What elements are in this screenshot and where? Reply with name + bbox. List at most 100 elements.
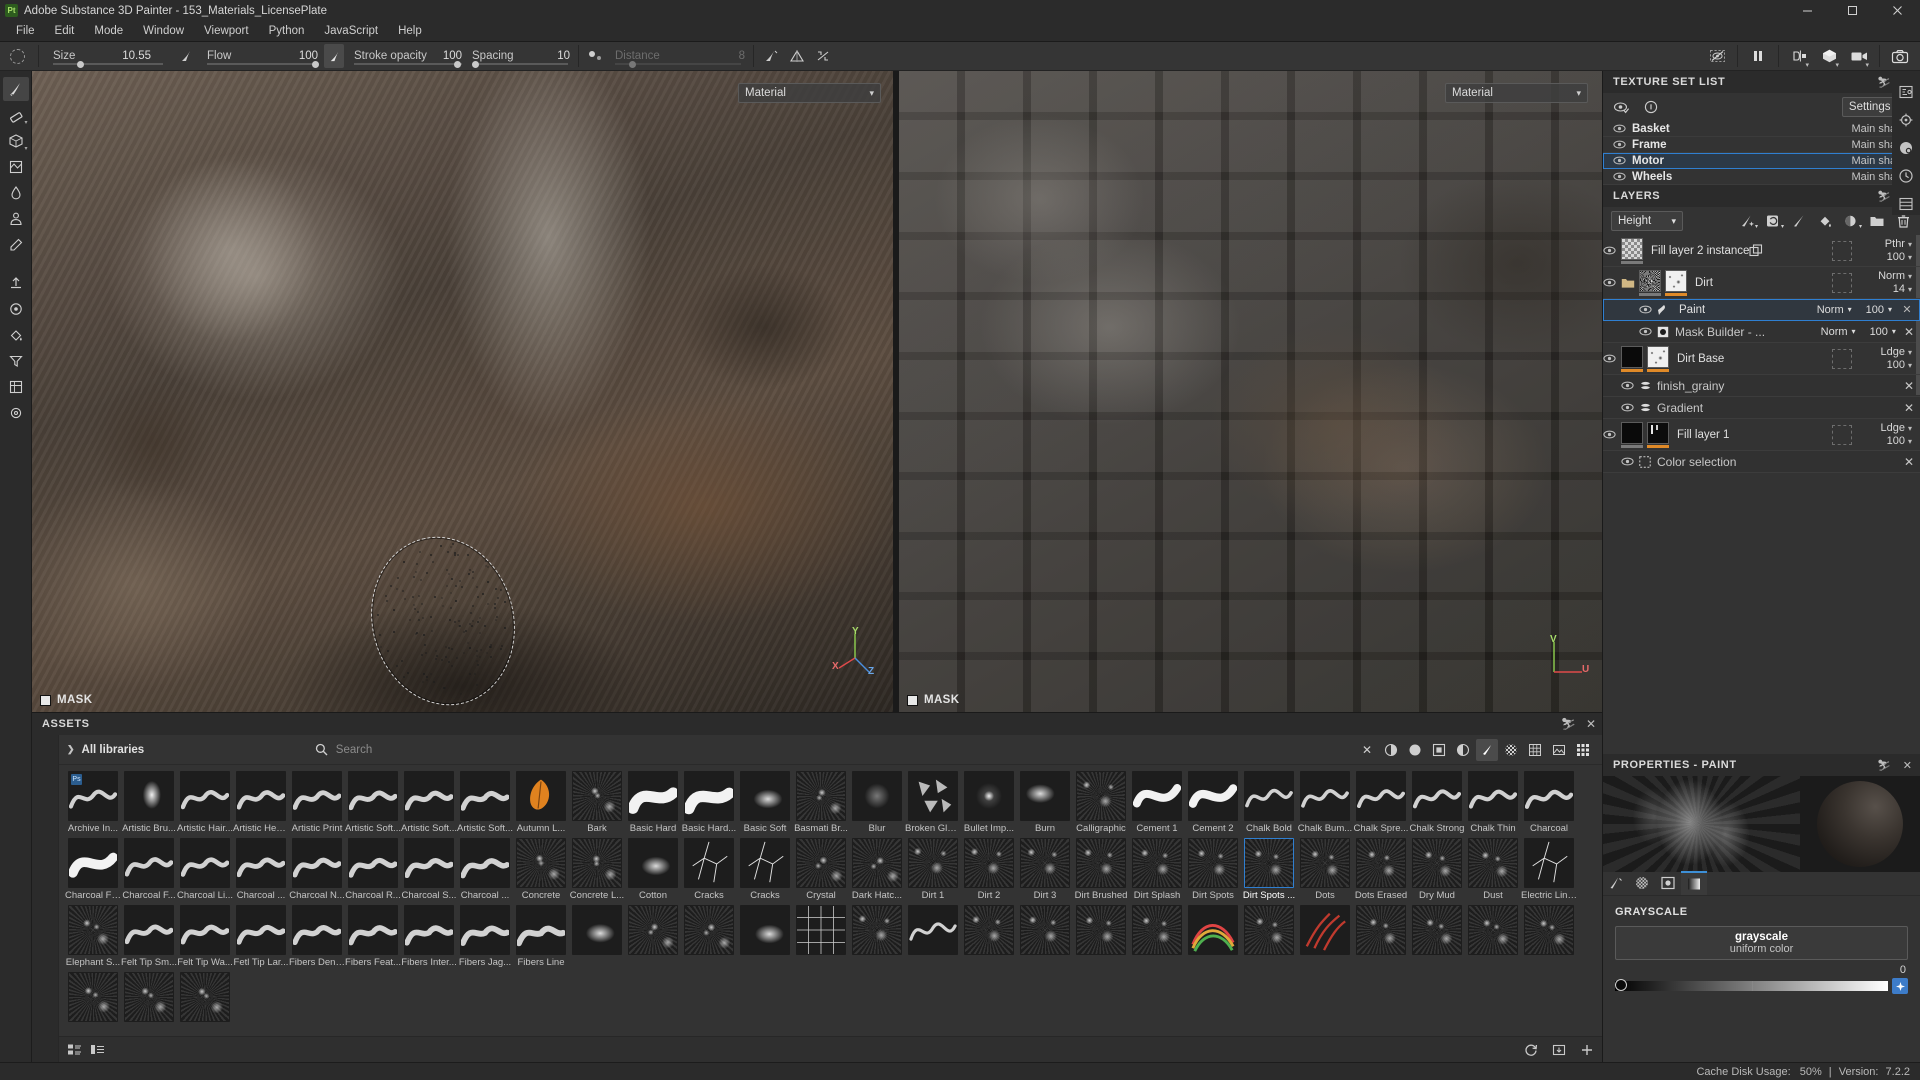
asset-item[interactable] bbox=[961, 905, 1017, 968]
asset-item[interactable]: Basic Soft bbox=[737, 771, 793, 834]
asset-thumbnail[interactable] bbox=[292, 905, 342, 955]
history-icon[interactable] bbox=[1895, 165, 1917, 187]
asset-item[interactable]: Dirt Brushed bbox=[1073, 838, 1129, 901]
filter-tool[interactable] bbox=[3, 349, 29, 373]
param-flow[interactable]: Flow 100 bbox=[199, 42, 324, 71]
layer-thumbnail[interactable] bbox=[1621, 345, 1643, 372]
asset-thumbnail[interactable] bbox=[1356, 905, 1406, 955]
maximize-icon[interactable]: ⛷ bbox=[1561, 717, 1576, 731]
asset-thumbnail[interactable] bbox=[124, 905, 174, 955]
asset-item[interactable] bbox=[905, 905, 961, 968]
asset-thumbnail[interactable] bbox=[348, 838, 398, 888]
materials-filter-icon[interactable] bbox=[1380, 739, 1402, 761]
assets-grid[interactable]: Ps Archive In... Artistic Bru... Artistic H… bbox=[59, 765, 1602, 1036]
asset-thumbnail[interactable] bbox=[404, 771, 454, 821]
asset-item[interactable]: Dust bbox=[1465, 838, 1521, 901]
asset-item[interactable]: Cotton bbox=[625, 838, 681, 901]
asset-thumbnail[interactable] bbox=[348, 771, 398, 821]
asset-item[interactable] bbox=[177, 972, 233, 1024]
asset-item[interactable]: Cement 2 bbox=[1185, 771, 1241, 834]
detail-view-icon[interactable] bbox=[90, 1043, 105, 1056]
size-pressure-icon[interactable] bbox=[173, 44, 199, 68]
layer-row[interactable]: Dirt Base Ldge ▾ 100 ▾ bbox=[1603, 343, 1920, 375]
asset-item[interactable]: Cracks bbox=[681, 838, 737, 901]
asset-item[interactable]: Fibers Dense bbox=[289, 905, 345, 968]
grayscale-slider-knob[interactable] bbox=[1615, 979, 1627, 991]
menu-edit[interactable]: Edit bbox=[45, 21, 85, 41]
stencil-icon[interactable] bbox=[758, 44, 784, 68]
remove-effect-icon[interactable]: ✕ bbox=[1904, 401, 1914, 415]
texture-set-row[interactable]: Frame Main shader bbox=[1603, 137, 1920, 153]
3d-view-icon[interactable]: ▾ bbox=[1815, 43, 1843, 69]
visibility-eye-icon[interactable] bbox=[1603, 354, 1621, 363]
layer-effect-row[interactable]: Mask Builder - ... Norm ▾ 100 ▾ ✕ bbox=[1603, 321, 1920, 343]
asset-thumbnail[interactable] bbox=[1356, 771, 1406, 821]
asset-thumbnail[interactable] bbox=[1188, 771, 1238, 821]
visibility-eye-icon[interactable] bbox=[1603, 246, 1621, 255]
material-picker-tool[interactable] bbox=[3, 233, 29, 257]
layer-thumbnail[interactable] bbox=[1647, 345, 1669, 372]
asset-thumbnail[interactable] bbox=[1188, 905, 1238, 955]
asset-thumbnail[interactable] bbox=[1524, 905, 1574, 955]
settings-tool[interactable] bbox=[3, 401, 29, 425]
asset-thumbnail[interactable] bbox=[572, 771, 622, 821]
maximize-icon[interactable]: ⛷ bbox=[1877, 190, 1891, 203]
asset-thumbnail[interactable] bbox=[1132, 771, 1182, 821]
asset-item[interactable]: Burn bbox=[1017, 771, 1073, 834]
asset-thumbnail[interactable] bbox=[1244, 838, 1294, 888]
asset-item[interactable]: Charcoal S... bbox=[401, 838, 457, 901]
tiling-icon[interactable] bbox=[810, 44, 836, 68]
asset-item[interactable]: Concrete bbox=[513, 838, 569, 901]
asset-item[interactable]: Charcoal ... bbox=[457, 838, 513, 901]
texture-set-rows[interactable]: Basket Main shader Frame Main shader Motor Ma… bbox=[1603, 121, 1920, 185]
material-tab-icon[interactable] bbox=[1681, 871, 1707, 895]
asset-item[interactable]: Felt Tip Sm... bbox=[121, 905, 177, 968]
param-flow-slider[interactable] bbox=[207, 62, 319, 65]
add-fill-icon[interactable]: ▾ bbox=[1764, 211, 1784, 231]
menu-viewport[interactable]: Viewport bbox=[194, 21, 259, 41]
asset-item[interactable]: Artistic Print bbox=[289, 771, 345, 834]
visibility-eye-icon[interactable] bbox=[1639, 327, 1657, 336]
asset-thumbnail[interactable] bbox=[964, 838, 1014, 888]
asset-item[interactable] bbox=[1465, 905, 1521, 968]
channel-dropdown[interactable]: Height ▾ bbox=[1611, 211, 1683, 231]
texture-set-row[interactable]: Wheels Main shader bbox=[1603, 169, 1920, 185]
asset-thumbnail[interactable] bbox=[1132, 838, 1182, 888]
param-stroke-opacity-slider[interactable] bbox=[354, 62, 462, 65]
visibility-eye-icon[interactable] bbox=[1621, 381, 1639, 390]
asset-thumbnail[interactable] bbox=[404, 838, 454, 888]
asset-thumbnail[interactable] bbox=[236, 905, 286, 955]
asset-item[interactable]: Fetl Tip Lar... bbox=[233, 905, 289, 968]
asset-item[interactable]: Fibers Inter... bbox=[401, 905, 457, 968]
layer-blend-mode[interactable]: Ldge ▾ bbox=[1881, 422, 1913, 434]
asset-item[interactable]: Concrete L... bbox=[569, 838, 625, 901]
asset-thumbnail[interactable] bbox=[964, 905, 1014, 955]
layer-opacity[interactable]: 100 ▾ bbox=[1887, 359, 1912, 371]
asset-item[interactable]: Autumn L... bbox=[513, 771, 569, 834]
remove-effect-icon[interactable]: ✕ bbox=[1904, 379, 1914, 393]
asset-item[interactable]: Blur bbox=[849, 771, 905, 834]
asset-thumbnail[interactable] bbox=[404, 905, 454, 955]
asset-thumbnail[interactable] bbox=[852, 838, 902, 888]
asset-item[interactable]: Dirt Spots ... bbox=[1241, 838, 1297, 901]
add-mask-slot[interactable] bbox=[1832, 240, 1852, 261]
asset-thumbnail[interactable] bbox=[684, 838, 734, 888]
asset-item[interactable]: Electric Lines bbox=[1521, 838, 1577, 901]
refresh-icon[interactable] bbox=[1524, 1043, 1538, 1057]
asset-thumbnail[interactable] bbox=[292, 771, 342, 821]
asset-thumbnail[interactable] bbox=[1076, 771, 1126, 821]
asset-item[interactable] bbox=[737, 905, 793, 968]
import-icon[interactable] bbox=[1552, 1043, 1566, 1057]
smart-masks-filter-icon[interactable] bbox=[1452, 739, 1474, 761]
grayscale-mode-box[interactable]: grayscale uniform color bbox=[1615, 926, 1908, 960]
asset-item[interactable]: Charcoal R... bbox=[345, 838, 401, 901]
asset-item[interactable]: Dirt 2 bbox=[961, 838, 1017, 901]
symmetry-icon[interactable] bbox=[784, 44, 810, 68]
asset-thumbnail[interactable] bbox=[124, 771, 174, 821]
layer-blend-mode[interactable]: Norm ▾ bbox=[1878, 270, 1912, 282]
visibility-eye-icon[interactable] bbox=[1621, 403, 1639, 412]
param-flow-knob[interactable] bbox=[312, 60, 319, 68]
param-spacing[interactable]: Spacing 10 bbox=[464, 42, 574, 71]
visibility-eye-icon[interactable] bbox=[1613, 172, 1626, 181]
asset-item[interactable]: Artistic Soft... bbox=[457, 771, 513, 834]
